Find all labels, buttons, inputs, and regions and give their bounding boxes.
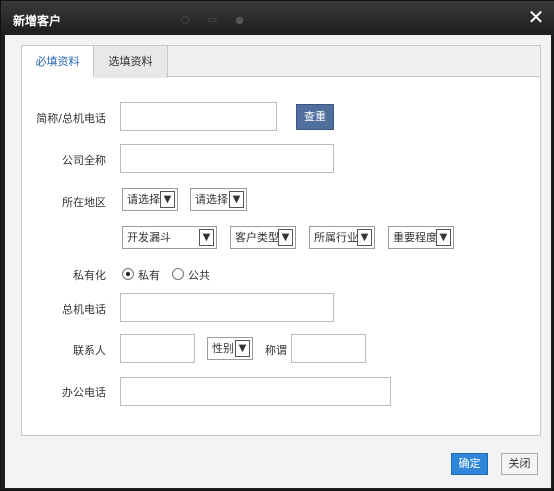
importance-select[interactable]: 重要程度 ▼ [388,226,454,249]
company-full-name-input[interactable] [120,144,334,173]
short-name-input[interactable] [120,102,277,131]
background-toolbar: ○ ▭ ● [181,15,244,29]
main-phone-label: 总机电话 [62,303,106,316]
funnel-select[interactable]: 开发漏斗 ▼ [122,226,217,249]
gender-select-value: 性别 [212,342,234,355]
privacy-option-private-label: 私有 [138,269,160,282]
chevron-down-icon: ▼ [160,191,175,208]
privacy-option-public-label: 公共 [188,269,210,282]
customer-type-select-value: 客户类型 [235,231,279,244]
privacy-radio-private[interactable] [122,268,134,280]
dialog-body: 必填资料 选填资料 简称/总机电话 查重 公司全称 所在地区 请选择 ▼ 请选择… [5,35,551,488]
user-icon: ● [235,15,244,26]
search-icon: ○ [181,15,190,26]
office-phone-label: 办公电话 [62,386,106,399]
close-icon[interactable]: ✕ [527,7,545,27]
chevron-down-icon: ▼ [199,229,214,246]
title-input[interactable] [291,334,366,363]
province-select-value: 请选择 [127,193,160,206]
privacy-label: 私有化 [73,269,106,282]
tab-optional-info[interactable]: 选填资料 [94,46,168,78]
chevron-down-icon: ▼ [436,229,451,246]
add-customer-dialog: ○ ▭ ● 新增客户 ✕ 必填资料 选填资料 简称/总机电话 查重 公司全称 所… [0,0,554,491]
query-duplicate-button[interactable]: 查重 [296,104,334,130]
customer-type-select[interactable]: 客户类型 ▼ [230,226,296,249]
industry-select[interactable]: 所属行业 ▼ [309,226,375,249]
short-name-label: 简称/总机电话 [36,112,106,125]
chevron-down-icon: ▼ [357,229,372,246]
office-phone-input[interactable] [120,377,391,406]
industry-select-value: 所属行业 [314,231,358,244]
dialog-title: 新增客户 [13,14,62,28]
title-label: 称谓 [265,344,287,357]
main-phone-input[interactable] [120,293,334,322]
contact-label: 联系人 [73,344,106,357]
privacy-radio-public[interactable] [172,268,184,280]
region-label: 所在地区 [62,196,106,209]
mail-icon: ▭ [207,15,218,26]
close-button[interactable]: 关闭 [501,453,538,475]
tab-bar: 必填资料 选填资料 [22,46,540,78]
form-panel: 必填资料 选填资料 简称/总机电话 查重 公司全称 所在地区 请选择 ▼ 请选择… [21,45,541,436]
tab-required-info[interactable]: 必填资料 [22,46,94,78]
city-select-value: 请选择 [195,193,228,206]
dialog-titlebar: ○ ▭ ● 新增客户 ✕ [1,1,554,37]
chevron-down-icon: ▼ [229,191,244,208]
importance-select-value: 重要程度 [393,231,437,244]
chevron-down-icon: ▼ [235,340,250,357]
funnel-select-value: 开发漏斗 [127,231,171,244]
contact-input[interactable] [120,334,195,363]
province-select[interactable]: 请选择 ▼ [122,188,178,211]
city-select[interactable]: 请选择 ▼ [190,188,247,211]
gender-select[interactable]: 性别 ▼ [207,337,253,360]
chevron-down-icon: ▼ [278,229,293,246]
confirm-button[interactable]: 确定 [451,453,488,475]
company-full-name-label: 公司全称 [62,154,106,167]
